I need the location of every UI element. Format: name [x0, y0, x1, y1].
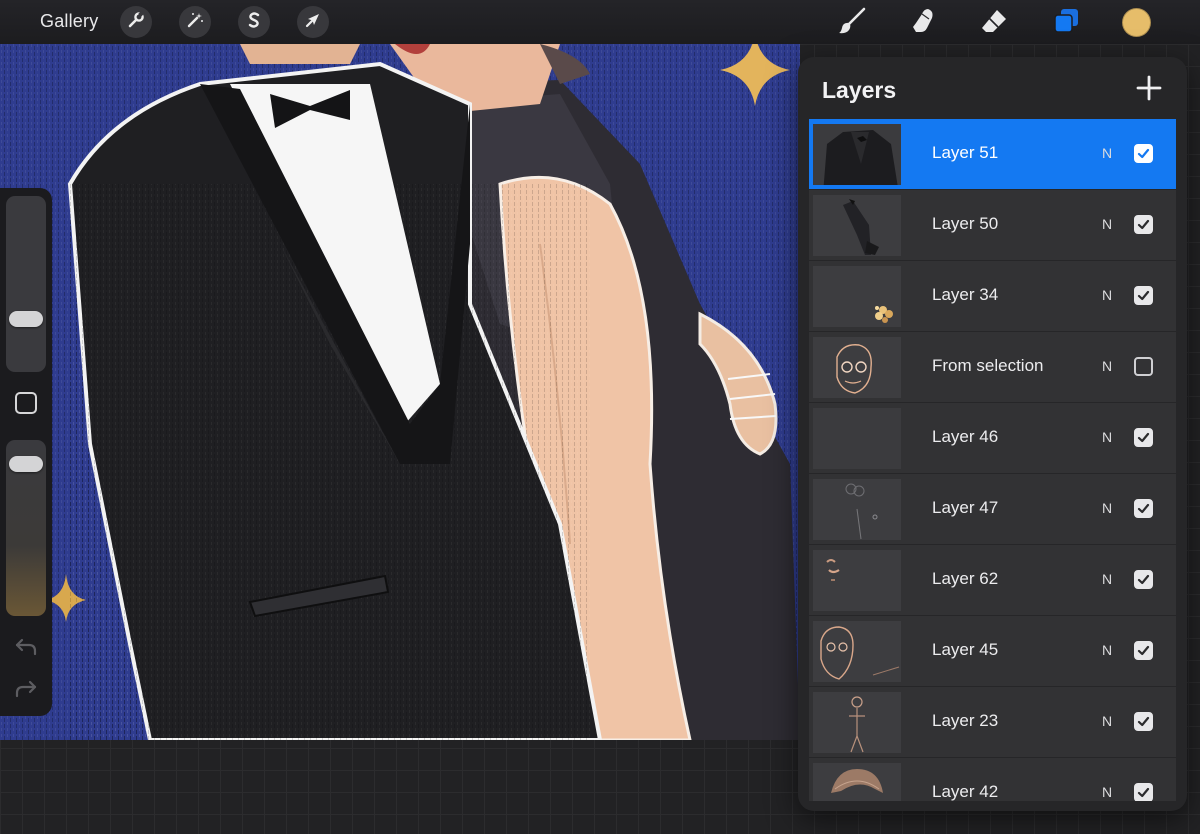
layer-row[interactable]: Layer 51 N: [809, 119, 1176, 189]
smudge-finger-icon: [908, 6, 938, 41]
layer-row[interactable]: From selection N: [809, 332, 1176, 402]
brush-icon: [837, 6, 867, 41]
smudge-tool-button[interactable]: [906, 6, 940, 40]
opacity-handle[interactable]: [9, 456, 43, 473]
layer-thumbnail[interactable]: [813, 763, 901, 801]
checkmark-icon: [1137, 219, 1150, 230]
top-toolbar: Gallery: [0, 0, 1200, 44]
layer-visibility-checkbox[interactable]: [1134, 144, 1153, 163]
layer-name: Layer 46: [932, 427, 999, 446]
layer-name: Layer 51: [932, 143, 999, 162]
checkmark-icon: [1137, 503, 1150, 514]
layers-tool-button[interactable]: [1049, 6, 1083, 40]
layers-panel: Layers Layer 51 N Layer 50 N Layer 34 N From s…: [798, 57, 1187, 811]
layer-name: Layer 42: [932, 782, 999, 801]
brush-size-slider[interactable]: [6, 196, 46, 372]
layer-visibility-checkbox[interactable]: [1134, 570, 1153, 589]
layer-row[interactable]: Layer 46 N: [809, 403, 1176, 473]
artwork-couple-formal: [0, 44, 800, 740]
layers-panel-title: Layers: [822, 77, 897, 103]
drawing-canvas[interactable]: [0, 44, 800, 740]
blend-mode-button[interactable]: N: [1102, 429, 1112, 445]
eraser-icon: [979, 6, 1009, 41]
magic-wand-icon: [186, 11, 204, 34]
layer-row[interactable]: Layer 45 N: [809, 616, 1176, 686]
layer-visibility-checkbox[interactable]: [1134, 641, 1153, 660]
arrow-cursor-icon: [304, 11, 322, 34]
layer-thumbnail[interactable]: [813, 124, 901, 185]
blend-mode-button[interactable]: N: [1102, 145, 1112, 161]
layer-thumbnail[interactable]: [813, 337, 901, 398]
checkmark-icon: [1137, 432, 1150, 443]
blend-mode-button[interactable]: N: [1102, 784, 1112, 800]
layer-row[interactable]: Layer 23 N: [809, 687, 1176, 757]
layer-name: Layer 47: [932, 498, 999, 517]
gallery-button[interactable]: Gallery: [40, 11, 98, 32]
blend-mode-button[interactable]: N: [1102, 713, 1112, 729]
layers-icon: [1051, 6, 1081, 41]
left-sidebar: [0, 188, 52, 716]
add-layer-button[interactable]: [1134, 75, 1164, 105]
redo-icon[interactable]: [13, 676, 39, 702]
layer-thumbnail[interactable]: [813, 692, 901, 753]
layer-list[interactable]: Layer 51 N Layer 50 N Layer 34 N From selectio…: [809, 119, 1176, 801]
eraser-tool-button[interactable]: [977, 6, 1011, 40]
layer-row[interactable]: Layer 50 N: [809, 190, 1176, 260]
layer-name: Layer 45: [932, 640, 999, 659]
layer-thumbnail[interactable]: [813, 266, 901, 327]
checkmark-icon: [1137, 148, 1150, 159]
layer-row[interactable]: Layer 42 N: [809, 758, 1176, 801]
actions-button[interactable]: [120, 6, 152, 38]
checkmark-icon: [1137, 574, 1150, 585]
undo-icon[interactable]: [13, 634, 39, 660]
brush-size-handle[interactable]: [9, 310, 43, 327]
layer-name: Layer 23: [932, 711, 999, 730]
square-modify-icon[interactable]: [15, 392, 37, 414]
layer-name: Layer 62: [932, 569, 999, 588]
layer-row[interactable]: Layer 62 N: [809, 545, 1176, 615]
selection-button[interactable]: [238, 6, 270, 38]
selection-s-icon: [245, 11, 263, 34]
blend-mode-button[interactable]: N: [1102, 571, 1112, 587]
layer-thumbnail[interactable]: [813, 479, 901, 540]
blend-mode-button[interactable]: N: [1102, 216, 1112, 232]
layer-name: Layer 34: [932, 285, 999, 304]
layer-thumbnail[interactable]: [813, 550, 901, 611]
checkmark-icon: [1137, 645, 1150, 656]
transform-button[interactable]: [297, 6, 329, 38]
layer-thumbnail[interactable]: [813, 621, 901, 682]
blend-mode-button[interactable]: N: [1102, 642, 1112, 658]
layer-visibility-checkbox[interactable]: [1134, 499, 1153, 518]
layer-thumbnail[interactable]: [813, 408, 901, 469]
layer-thumbnail[interactable]: [813, 195, 901, 256]
blend-mode-button[interactable]: N: [1102, 500, 1112, 516]
wrench-icon: [127, 10, 145, 34]
blend-mode-button[interactable]: N: [1102, 287, 1112, 303]
checkmark-icon: [1137, 716, 1150, 727]
layer-visibility-checkbox[interactable]: [1134, 428, 1153, 447]
brush-tool-button[interactable]: [835, 6, 869, 40]
layer-visibility-checkbox[interactable]: [1134, 215, 1153, 234]
layer-visibility-checkbox[interactable]: [1134, 357, 1153, 376]
layer-row[interactable]: Layer 47 N: [809, 474, 1176, 544]
plus-icon: [1136, 75, 1162, 106]
checkmark-icon: [1137, 787, 1150, 798]
layer-name: Layer 50: [932, 214, 999, 233]
layer-visibility-checkbox[interactable]: [1134, 783, 1153, 801]
blend-mode-button[interactable]: N: [1102, 358, 1112, 374]
color-picker-swatch[interactable]: [1122, 8, 1151, 37]
layer-visibility-checkbox[interactable]: [1134, 712, 1153, 731]
checkmark-icon: [1137, 290, 1150, 301]
layer-name: From selection: [932, 356, 1044, 375]
layer-visibility-checkbox[interactable]: [1134, 286, 1153, 305]
layer-row[interactable]: Layer 34 N: [809, 261, 1176, 331]
opacity-slider[interactable]: [6, 440, 46, 616]
adjustments-button[interactable]: [179, 6, 211, 38]
